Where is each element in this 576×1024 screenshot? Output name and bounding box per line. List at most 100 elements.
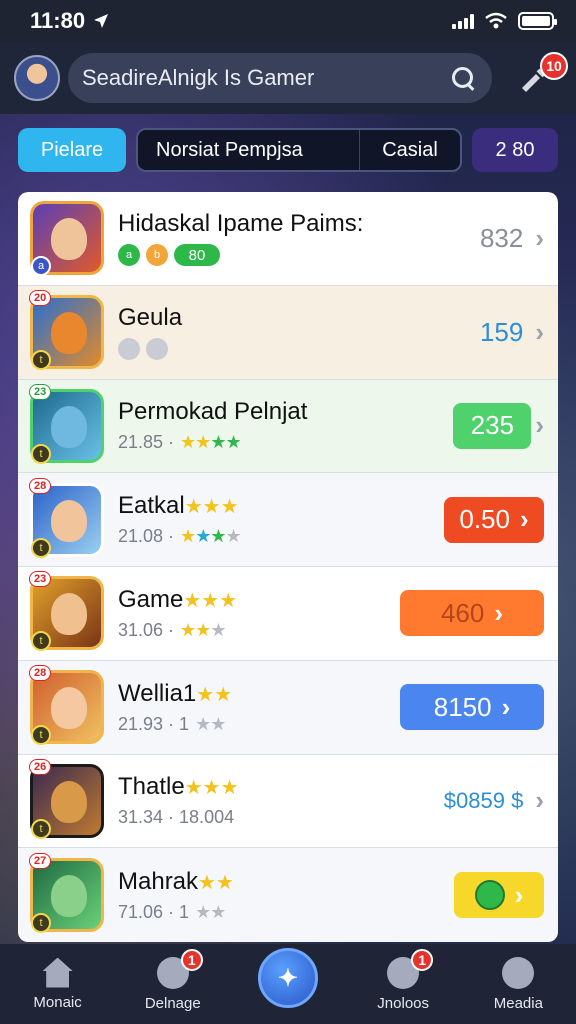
- game-stats: 21.85 ·: [118, 432, 175, 453]
- rating-stars: ★★★★: [180, 432, 242, 453]
- game-subtitle: 71.06 · 1 ★★: [118, 902, 454, 923]
- rank-badge: 23: [29, 383, 52, 400]
- price-display[interactable]: 159 ›: [480, 317, 544, 348]
- notification-badge: 10: [540, 52, 568, 80]
- home-icon: [42, 957, 73, 988]
- game-list: a Hidaskal Ipame Paims: a b 80 832 › 20 …: [18, 192, 558, 942]
- title-stars-icon: ★★: [196, 683, 233, 706]
- price-value: 460: [440, 597, 485, 628]
- game-thumbnail: 20 t: [29, 290, 104, 371]
- game-badge-icon: t: [31, 725, 51, 746]
- rating-stars: ★★★: [180, 619, 226, 640]
- game-title-row: Eatkal★★★: [118, 492, 444, 520]
- list-item[interactable]: 23 t Permokad Pelnjat 21.85 · ★★★★ 235 ›: [18, 379, 558, 474]
- game-title: Permokad Pelnjat: [118, 398, 308, 426]
- filter-chip-active[interactable]: Pielare: [18, 128, 126, 172]
- list-item[interactable]: 23 t Game★★★ 31.06 · ★★★ 460 ›: [18, 567, 558, 661]
- game-info: Eatkal★★★ 21.08 · ★★★★: [118, 492, 444, 547]
- nav-label: Jnoloos: [377, 994, 429, 1012]
- search-bar[interactable]: SeadireAlnigk Is Gamer: [68, 53, 492, 103]
- game-sub-icons: [118, 338, 480, 361]
- filter-segment-one[interactable]: Norsiat Pempjsa: [138, 130, 360, 170]
- price-button[interactable]: 460 ›: [400, 590, 544, 637]
- game-info: Mahrak★★ 71.06 · 1 ★★: [118, 868, 454, 923]
- game-title-row: Game★★★: [118, 586, 400, 614]
- game-subtitle: 21.85 · ★★★★: [118, 432, 453, 453]
- settings-icon: [146, 338, 168, 361]
- tag-icon: b: [146, 244, 168, 267]
- price-value: 8150: [433, 691, 492, 722]
- game-badge-icon: a: [31, 256, 51, 277]
- filter-segment-two[interactable]: Casial: [360, 139, 460, 162]
- rank-badge: 20: [29, 290, 52, 307]
- media-icon: [502, 956, 535, 989]
- filter-count-chip[interactable]: 2 80: [472, 128, 558, 172]
- list-item[interactable]: 28 t Wellia1★★ 21.93 · 1 ★★ 8150 ›: [18, 660, 558, 755]
- title-stars-icon: ★★★: [184, 777, 239, 800]
- game-thumbnail: 23 t: [29, 383, 104, 464]
- avatar[interactable]: [14, 55, 60, 101]
- game-subtitle: 21.93 · 1 ★★: [118, 714, 400, 735]
- price-display[interactable]: 832 ›: [480, 223, 544, 254]
- title-stars-icon: ★★★: [183, 589, 238, 612]
- game-stats: 21.08 ·: [118, 526, 175, 547]
- status-indicators: [452, 12, 557, 30]
- price-button[interactable]: 0.50 ›: [444, 496, 544, 543]
- status-time: 11:80: [30, 8, 109, 34]
- filter-row: Pielare Norsiat Pempjsa Casial 2 80: [18, 128, 558, 172]
- price-value: 832: [479, 222, 524, 253]
- game-badge-icon: t: [31, 631, 51, 652]
- list-item[interactable]: 27 t Mahrak★★ 71.06 · 1 ★★ ›: [18, 848, 558, 942]
- game-title: Eatkal: [118, 492, 185, 520]
- nav-label: Delnage: [144, 994, 201, 1012]
- tag-pill: 80: [174, 244, 220, 267]
- game-title: Mahrak: [118, 867, 199, 895]
- nav-item-media[interactable]: Meadia: [468, 956, 568, 1012]
- list-item[interactable]: 20 t Geula 159 ›: [18, 285, 558, 380]
- game-title: Hidaskal Ipame Paims:: [118, 210, 364, 238]
- chevron-right-icon: ›: [535, 410, 544, 441]
- list-item[interactable]: 28 t Eatkal★★★ 21.08 · ★★★★ 0.50 ›: [18, 473, 558, 567]
- price-value: 235: [470, 410, 515, 441]
- price-button[interactable]: 8150 ›: [400, 684, 544, 731]
- game-info: Thatle★★★ 31.34 · 18.004: [118, 773, 444, 828]
- wifi-icon: [485, 12, 507, 29]
- status-bar: 11:80: [0, 0, 576, 42]
- game-info: Hidaskal Ipame Paims: a b 80: [118, 210, 480, 267]
- center-game-icon: ✦: [257, 948, 318, 1008]
- nav-label: Monaic: [33, 993, 82, 1011]
- price-button[interactable]: 235: [453, 402, 532, 449]
- game-stats: 21.93 · 1: [118, 713, 190, 734]
- list-item[interactable]: a Hidaskal Ipame Paims: a b 80 832 ›: [18, 192, 558, 286]
- game-subtitle: 21.08 · ★★★★: [118, 526, 444, 547]
- game-subtitle: 31.06 · ★★★: [118, 620, 400, 641]
- search-text: SeadireAlnigk Is Gamer: [82, 65, 315, 90]
- nav-item-friends[interactable]: 1 Jnoloos: [353, 948, 453, 1012]
- game-thumbnail: 26 t: [29, 758, 104, 839]
- filter-segment-group: Norsiat Pempjsa Casial: [136, 128, 462, 172]
- game-badge-icon: t: [31, 913, 51, 934]
- search-icon[interactable]: [450, 65, 476, 91]
- coin-icon: [474, 880, 505, 911]
- game-thumbnail: 28 t: [29, 477, 104, 558]
- chevron-right-icon: ›: [535, 222, 544, 253]
- nav-badge: 1: [180, 948, 203, 971]
- game-thumbnail: a: [30, 201, 104, 277]
- title-stars-icon: ★★: [198, 871, 234, 894]
- game-subtitle: 31.34 · 18.004: [118, 807, 444, 828]
- nav-item-center[interactable]: ✦: [238, 948, 338, 1008]
- game-title-row: Mahrak★★: [118, 868, 454, 896]
- clock: 11:80: [30, 8, 86, 33]
- list-item[interactable]: 26 t Thatle★★★ 31.34 · 18.004 $0859 $ ›: [18, 754, 558, 849]
- cellular-signal-icon: [452, 13, 474, 29]
- price-button[interactable]: ›: [454, 872, 544, 919]
- nav-item-inbox[interactable]: 1 Delnage: [123, 948, 223, 1012]
- rating-stars: ★★★★: [180, 526, 242, 547]
- notification-button[interactable]: 10: [514, 52, 568, 98]
- info-icon: [118, 338, 140, 361]
- game-title: Thatle: [118, 773, 185, 801]
- rank-badge: 26: [29, 758, 52, 775]
- nav-item-home[interactable]: Monaic: [8, 957, 108, 1011]
- price-display[interactable]: $0859 $ ›: [444, 785, 544, 816]
- top-header: SeadireAlnigk Is Gamer 10: [0, 42, 576, 114]
